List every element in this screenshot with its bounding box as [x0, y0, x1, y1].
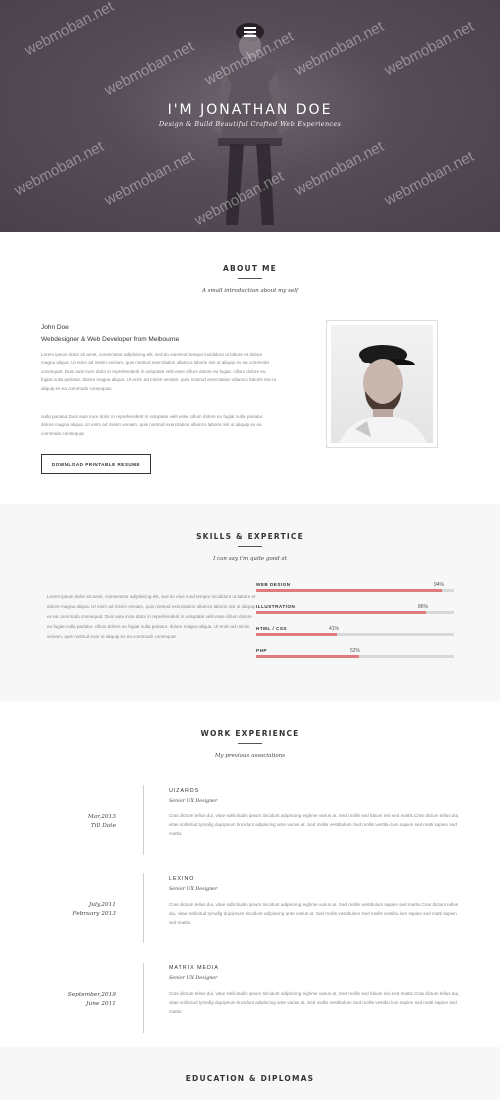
work-date-start: Mar,2013 [87, 814, 116, 820]
work-date: Mar,2013 Till Date [40, 813, 116, 830]
work-company: UIZARDS [169, 788, 200, 794]
skill-percent: 86% [418, 604, 429, 610]
about-role: Webdesigner & Web Developer from Melbour… [41, 336, 180, 343]
about-title: ABOUT ME [223, 264, 277, 273]
work-title-rule [238, 743, 262, 744]
download-resume-button[interactable]: DOWNLOAD PRINTABLE RESUME [41, 454, 151, 474]
work-date-start: July,2011 [88, 902, 116, 908]
profile-photo-illustration [339, 345, 427, 443]
education-title: EDUCATION & DIPLOMAS [185, 1074, 315, 1083]
about-paragraph-2: nulla pariatur.Duis aute irure dolor in … [41, 414, 264, 436]
skill-label: HTML / CSS [256, 626, 287, 631]
skills-title-rule [238, 546, 262, 547]
skill-percent: 52% [350, 648, 361, 654]
work-date: July,2011 February 2013 [40, 901, 116, 918]
timeline-line [143, 785, 144, 855]
about-subtitle: A small introduction about my self [201, 288, 299, 294]
profile-photo [331, 325, 433, 443]
work-title: WORK EXPERIENCE [200, 729, 300, 738]
skill-label: ILLUSTRATION [256, 604, 296, 609]
skills-subtitle: I can say i'm quite good at [213, 556, 287, 562]
hero-title: I'M JONATHAN DOE [167, 102, 333, 118]
skill-fill [256, 655, 359, 658]
skills-section: SKILLS & EXPERTICE I can say i'm quite g… [0, 504, 500, 701]
skill-label: PHP [256, 648, 267, 653]
work-job-title: Senior UX Designer [169, 887, 218, 892]
skills-paragraph: Lorem ipsum dolor sit amet, consectetur … [47, 594, 256, 639]
about-title-rule [238, 278, 262, 279]
skill-fill [256, 611, 427, 614]
work-date-end: June 2011 [86, 1000, 116, 1007]
skill-fill [256, 589, 443, 592]
education-section: EDUCATION & DIPLOMAS [0, 1047, 500, 1100]
skill-label: WEB DESIGN [256, 582, 291, 587]
work-company: MATRIX MEDIA [169, 965, 219, 971]
menu-bar-top [244, 27, 256, 29]
work-company: LEXINO [169, 876, 195, 882]
menu-bar-bottom [244, 35, 256, 37]
hamburger-menu-icon[interactable] [241, 24, 259, 40]
work-section: WORK EXPERIENCE My previous associations… [0, 701, 500, 1047]
skill-track [256, 633, 454, 636]
skill-percent: 41% [329, 626, 340, 632]
skill-fill [256, 633, 338, 636]
work-job-title: Senior UX Designer [169, 976, 218, 981]
work-subtitle: My previous associations [214, 753, 286, 759]
work-date: September,2019 June 2011 [40, 991, 116, 1008]
about-paragraph-1: Lorem ipsum dolor sit amet, consectetur … [41, 352, 276, 391]
work-job-title: Senior UX Designer [169, 799, 218, 804]
profile-photo-frame [326, 320, 438, 448]
hero-banner: I'M JONATHAN DOE Design & Build Beautifu… [0, 0, 500, 232]
menu-bar-middle [244, 31, 256, 33]
skill-percent: 94% [434, 582, 445, 588]
work-date-start: September,2019 [67, 992, 116, 998]
skill-track [256, 589, 454, 592]
work-description: Cras dictum tellus dui, vitae sollicitud… [169, 813, 460, 836]
hero-subtitle: Design & Build Beautiful Crafted Web Exp… [158, 120, 342, 128]
skill-track [256, 611, 454, 614]
work-description: Cras dictum tellus dui, vitae sollicitud… [169, 991, 460, 1014]
work-date-end: Till Date [90, 822, 116, 829]
timeline-line [143, 963, 144, 1033]
about-name: John Doe [41, 324, 69, 331]
timeline-line [143, 873, 144, 943]
about-section: ABOUT ME A small introduction about my s… [0, 232, 500, 504]
skill-track [256, 655, 454, 658]
work-date-end: February 2013 [72, 910, 116, 917]
skills-title: SKILLS & EXPERTICE [196, 532, 304, 541]
work-description: Cras dictum tellus dui, vitae sollicitud… [169, 902, 459, 925]
